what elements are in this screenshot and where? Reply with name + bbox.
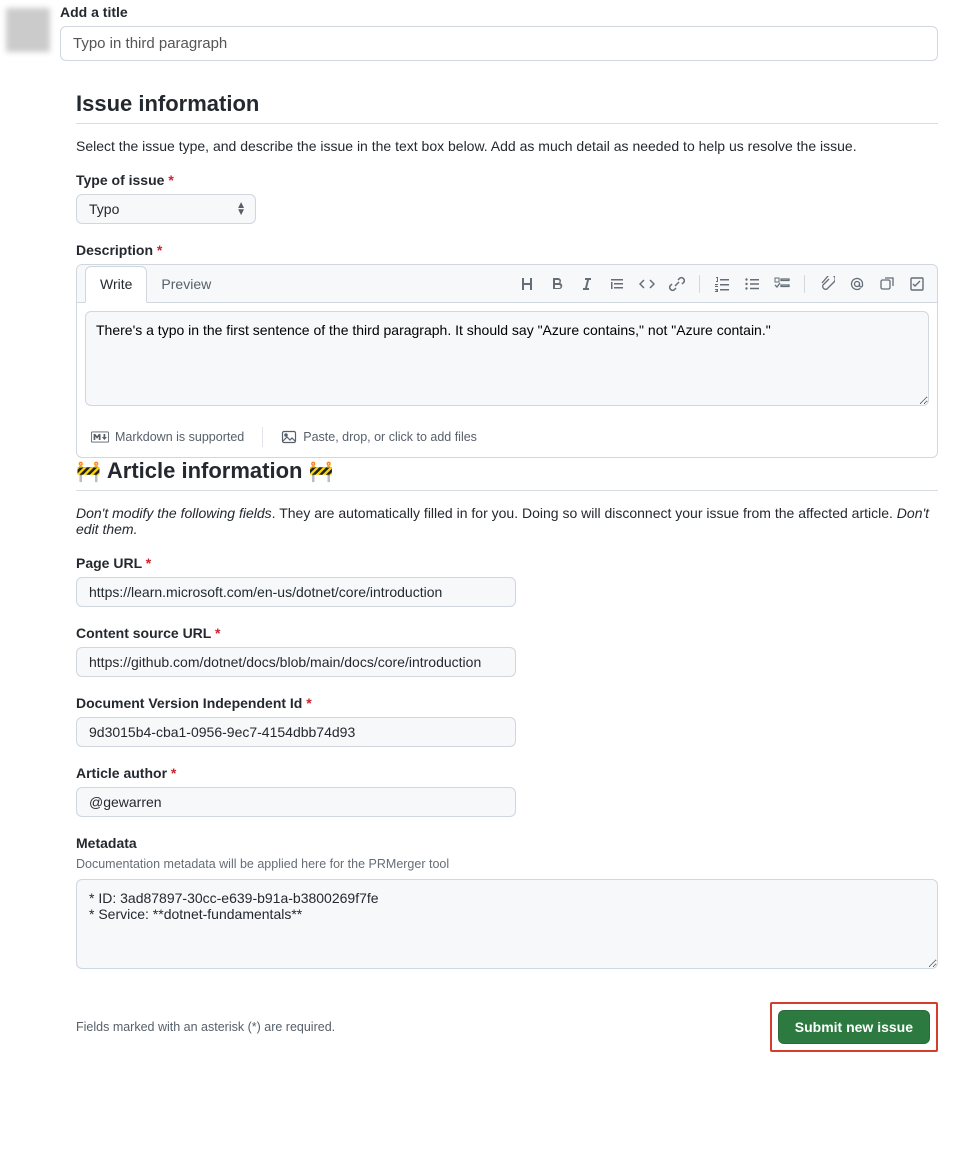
quote-icon[interactable] bbox=[609, 276, 625, 292]
article-info-note: Don't modify the following fields. They … bbox=[76, 505, 938, 537]
content-source-url-label: Content source URL * bbox=[76, 625, 938, 641]
construction-icon: 🚧 bbox=[76, 459, 101, 484]
unordered-list-icon[interactable] bbox=[744, 276, 760, 292]
code-icon[interactable] bbox=[639, 276, 655, 292]
article-author-label: Article author * bbox=[76, 765, 938, 781]
avatar bbox=[6, 8, 50, 52]
required-fields-footnote: Fields marked with an asterisk (*) are r… bbox=[76, 1020, 335, 1034]
saved-reply-icon[interactable] bbox=[909, 276, 925, 292]
doc-version-id-label: Document Version Independent Id * bbox=[76, 695, 938, 711]
doc-version-id-input[interactable] bbox=[76, 717, 516, 747]
submit-new-issue-button[interactable]: Submit new issue bbox=[778, 1010, 930, 1044]
issue-info-heading: Issue information bbox=[76, 91, 938, 124]
metadata-textarea[interactable] bbox=[76, 879, 938, 969]
italic-icon[interactable] bbox=[579, 276, 595, 292]
title-input[interactable] bbox=[60, 26, 938, 61]
issue-info-description: Select the issue type, and describe the … bbox=[76, 138, 938, 154]
description-label: Description * bbox=[76, 242, 938, 258]
content-source-url-input[interactable] bbox=[76, 647, 516, 677]
tab-preview[interactable]: Preview bbox=[147, 265, 225, 302]
link-icon[interactable] bbox=[669, 276, 685, 292]
markdown-supported-link[interactable]: Markdown is supported bbox=[91, 430, 244, 444]
task-list-icon[interactable] bbox=[774, 276, 790, 292]
construction-icon: 🚧 bbox=[308, 459, 333, 484]
type-of-issue-select[interactable]: Typo bbox=[76, 194, 256, 224]
metadata-help-text: Documentation metadata will be applied h… bbox=[76, 857, 938, 871]
description-editor: Write Preview bbox=[76, 264, 938, 458]
bold-icon[interactable] bbox=[549, 276, 565, 292]
attach-files-link[interactable]: Paste, drop, or click to add files bbox=[281, 429, 477, 445]
article-info-heading: 🚧 Article information 🚧 bbox=[76, 458, 938, 491]
metadata-label: Metadata bbox=[76, 835, 938, 851]
ordered-list-icon[interactable] bbox=[714, 276, 730, 292]
page-url-label: Page URL * bbox=[76, 555, 938, 571]
title-label: Add a title bbox=[60, 4, 938, 20]
attach-icon[interactable] bbox=[819, 276, 835, 292]
description-textarea[interactable] bbox=[85, 311, 929, 406]
page-url-input[interactable] bbox=[76, 577, 516, 607]
article-author-input[interactable] bbox=[76, 787, 516, 817]
type-of-issue-label: Type of issue * bbox=[76, 172, 938, 188]
tab-write[interactable]: Write bbox=[85, 266, 147, 303]
mention-icon[interactable] bbox=[849, 276, 865, 292]
submit-highlight: Submit new issue bbox=[770, 1002, 938, 1052]
heading-icon[interactable] bbox=[519, 276, 535, 292]
cross-reference-icon[interactable] bbox=[879, 276, 895, 292]
